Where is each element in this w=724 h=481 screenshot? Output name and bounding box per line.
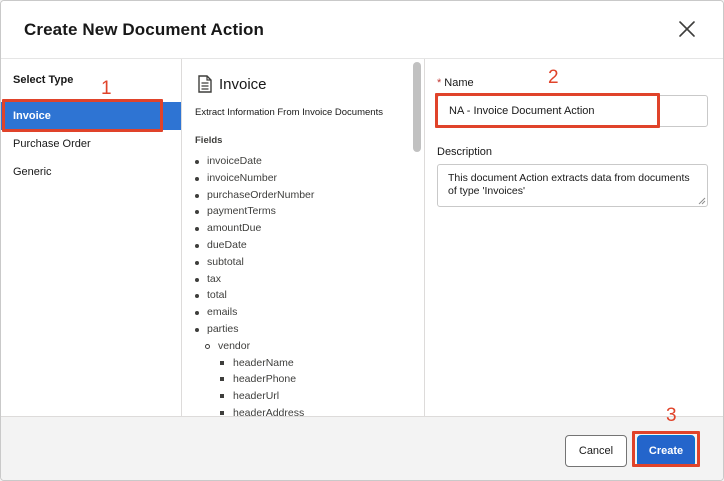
field-item: dueDate [194, 237, 404, 254]
field-item: invoiceDate [194, 153, 404, 170]
field-item-label: tax [207, 272, 222, 285]
close-button[interactable] [673, 15, 701, 43]
bullet-icon [205, 343, 210, 349]
bullet-icon [195, 210, 199, 215]
type-item-purchase-order[interactable]: Purchase Order [1, 130, 181, 158]
required-indicator: * [437, 77, 442, 89]
field-item: total [194, 287, 404, 304]
type-item-label: Generic [13, 166, 52, 178]
select-type-label: Select Type [13, 74, 74, 86]
step1-label: 1 [101, 78, 112, 99]
field-item-label: headerAddress [233, 406, 305, 416]
field-item-label: invoiceNumber [207, 171, 278, 184]
type-item-label: Purchase Order [13, 138, 91, 150]
field-item-label: amountDue [207, 222, 262, 235]
field-item: headerUrl [194, 388, 404, 405]
field-item-label: total [207, 289, 227, 302]
modal-header: Create New Document Action [1, 1, 723, 59]
bullet-icon [195, 260, 199, 265]
field-item-label: purchaseOrderNumber [207, 188, 315, 201]
description-textarea[interactable]: This document Action extracts data from … [437, 164, 708, 207]
name-input[interactable] [437, 95, 708, 127]
field-item-label: subtotal [207, 255, 244, 268]
field-item: headerName [194, 355, 404, 372]
modal-body: Select Type Invoice Purchase Order Gener… [1, 59, 723, 416]
create-document-action-modal: Create New Document Action Select Type I… [0, 0, 724, 481]
field-item: invoiceNumber [194, 170, 404, 187]
bullet-icon [195, 294, 199, 299]
field-item-label: paymentTerms [207, 205, 276, 218]
bullet-icon [195, 311, 199, 316]
field-item: purchaseOrderNumber [194, 187, 404, 204]
scrollbar-thumb[interactable] [413, 62, 421, 152]
field-item: headerAddress [194, 405, 404, 416]
bullet-icon [220, 410, 224, 415]
field-item-label: headerUrl [233, 390, 280, 403]
step2-label: 2 [548, 67, 559, 88]
field-item-label: vendor [218, 339, 251, 352]
field-item-label: dueDate [207, 238, 247, 251]
field-item: tax [194, 271, 404, 288]
type-detail-panel: Invoice Extract Information From Invoice… [182, 59, 425, 416]
fields-label: Fields [195, 135, 223, 146]
document-icon [198, 75, 212, 93]
field-item-label: parties [207, 322, 239, 335]
cancel-button[interactable]: Cancel [565, 435, 627, 467]
description-label: Description [437, 146, 493, 158]
field-item-label: headerPhone [233, 373, 297, 386]
field-list: invoiceDate invoiceNumber purchaseOrderNum… [194, 153, 404, 416]
bullet-icon [220, 377, 224, 382]
bullet-icon [220, 360, 224, 365]
field-item-label: emails [207, 306, 238, 319]
action-form: *Name Description This document Action e… [425, 59, 723, 416]
step3-label: 3 [666, 405, 677, 426]
type-detail-title: Invoice [219, 76, 267, 93]
type-item-generic[interactable]: Generic [1, 158, 181, 186]
field-item: subtotal [194, 254, 404, 271]
modal-footer: Cancel Create [1, 416, 723, 480]
close-icon [679, 21, 695, 37]
bullet-icon [195, 160, 199, 164]
name-label: * Name [437, 77, 474, 89]
bullet-icon [195, 327, 199, 332]
bullet-icon [220, 394, 224, 399]
bullet-icon [195, 227, 199, 232]
field-item: headerPhone [194, 371, 404, 388]
bullet-icon [195, 243, 199, 248]
field-item: paymentTerms [194, 203, 404, 220]
type-detail-description: Extract Information From Invoice Documen… [195, 107, 383, 118]
field-item: parties [194, 321, 404, 338]
type-item-invoice[interactable]: Invoice [1, 102, 181, 130]
create-button[interactable]: Create [637, 435, 695, 467]
modal-title: Create New Document Action [24, 20, 265, 39]
bullet-icon [195, 176, 199, 181]
field-item-label: headerName [233, 356, 294, 369]
bullet-icon [195, 277, 199, 282]
field-item-label: invoiceDate [207, 155, 262, 167]
type-item-label: Invoice [13, 110, 51, 122]
select-type-panel: Select Type Invoice Purchase Order Gener… [1, 59, 182, 416]
name-label-text: Name [444, 77, 474, 89]
field-item: amountDue [194, 220, 404, 237]
resize-grip-icon[interactable] [698, 197, 706, 205]
field-item: emails [194, 304, 404, 321]
bullet-icon [195, 193, 199, 198]
field-item: vendor [194, 338, 404, 355]
